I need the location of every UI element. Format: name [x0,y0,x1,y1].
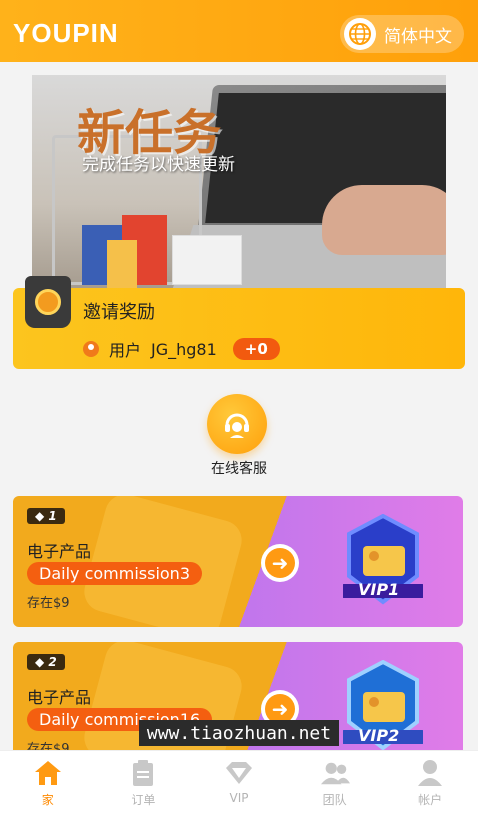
product-name: 电子产品 [27,542,92,561]
watermark: www.tiaozhuan.net [139,720,339,746]
invite-title: 邀请奖励 [83,302,155,323]
customer-service-button[interactable] [207,394,267,454]
level-badge: ◆ 2 [27,654,65,670]
top-header: YOUPIN 简体中文 [0,0,478,62]
language-label: 简体中文 [384,26,452,47]
user-label: 用户 [109,341,142,360]
banner-bag-image [107,240,137,290]
level-badge: ◆ 1 [27,508,65,524]
username: JG_hg81 [151,339,217,359]
banner-box-image [172,235,242,285]
orders-icon [128,759,158,787]
banner-hands-image [322,185,446,255]
user-icon [83,341,99,357]
invite-user-row: 用户 JG_hg81 +0 [83,337,280,361]
vip-card-1[interactable]: ◆ 1 电子产品 Daily commission3 存在$9 ➜ VIP1 [13,496,463,627]
banner-subtitle: 完成任务以快速更新 [82,155,235,175]
tab-vip[interactable]: VIP [191,751,287,816]
tab-label: 团队 [322,793,347,807]
globe-icon [344,18,376,50]
app-logo: YOUPIN [13,18,119,48]
tab-label: VIP [229,791,249,805]
tab-home[interactable]: 家 [0,751,96,816]
account-icon [415,759,445,787]
headset-icon [225,413,249,438]
language-selector[interactable]: 简体中文 [340,15,464,53]
invite-reward-card[interactable]: 邀请奖励 用户 JG_hg81 +0 [13,276,465,369]
customer-service-label: 在线客服 [211,461,267,477]
tab-label: 帐户 [418,793,443,807]
tab-label: 订单 [131,793,156,807]
product-name: 电子产品 [27,688,92,707]
vip-label: VIP1 [358,580,400,599]
tab-label: 家 [41,793,54,807]
commission-badge: Daily commission3 [27,562,202,585]
home-icon [33,759,63,787]
medal-icon [25,276,71,328]
tab-account[interactable]: 帐户 [382,751,478,816]
arrow-right-button[interactable]: ➜ [261,544,299,582]
bottom-tab-bar: 家 订单 VIP 团队 帐户 [0,750,478,816]
diamond-icon [224,759,254,787]
deposit-text: 存在$9 [27,596,70,611]
arrow-right-icon: ➜ [265,548,295,578]
tab-team[interactable]: 团队 [287,751,383,816]
team-icon [320,759,350,787]
tab-orders[interactable]: 订单 [96,751,192,816]
vip-label: VIP2 [358,726,400,745]
reward-badge: +0 [232,338,280,360]
promo-banner[interactable]: 新任务 完成任务以快速更新 [32,75,446,290]
